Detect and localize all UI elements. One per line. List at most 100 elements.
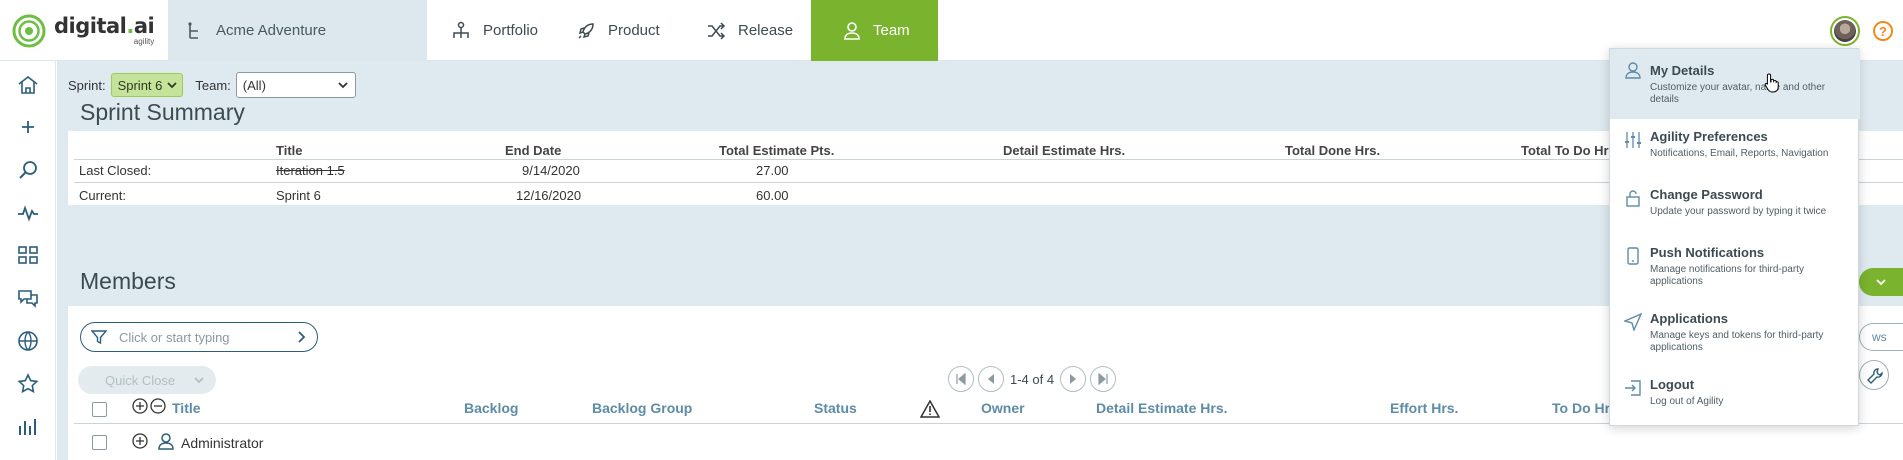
chevron-down-icon [338,82,348,89]
members-search-input[interactable]: Click or start typing [80,322,318,352]
sprint-select-value: Sprint 6 [117,77,163,93]
col-todo[interactable]: To Do Hr [1552,400,1610,416]
menu-push-notifications[interactable]: Push Notifications Manage notifications … [1610,235,1860,301]
quick-close-button[interactable]: Quick Close [78,366,216,394]
menu-logout[interactable]: Logout Log out of Agility [1610,367,1860,425]
menu-label: My Details [1650,63,1715,78]
chevron-down-icon [167,82,178,89]
tab-product[interactable]: Product [552,0,684,61]
menu-my-details[interactable]: My Details Customize your avatar, name a… [1610,49,1860,119]
col-backlog[interactable]: Backlog [464,400,518,416]
chevron-down-icon [194,377,204,384]
menu-label: Change Password [1650,187,1763,202]
expand-all-icon[interactable] [132,398,148,414]
team-label: Team: [195,77,231,93]
col-total-done: Total Done Hrs. [1285,143,1381,158]
avatar [1834,20,1856,42]
menu-desc: Update your password by typing it twice [1650,206,1827,217]
menu-desc: Notifications, Email, Reports, Navigatio… [1650,148,1829,159]
phone-icon [1627,247,1639,265]
globe-icon[interactable] [16,329,40,353]
prev-page-icon [988,374,994,384]
tab-team[interactable]: Team [811,0,938,61]
logout-icon [1625,380,1641,396]
member-title-link[interactable]: Administrator [181,435,263,451]
col-end-date: End Date [505,143,562,158]
reports-icon[interactable] [16,415,40,439]
menu-desc: Log out of Agility [1650,396,1724,407]
search-icon[interactable] [16,158,40,182]
row-end-date: 12/16/2020 [516,188,582,203]
col-title: Title [276,143,303,158]
select-all-checkbox[interactable] [92,402,107,417]
grid-icon[interactable] [16,243,40,267]
menu-label: Applications [1650,311,1729,326]
brand-wordmark: digital.ai [54,14,155,38]
members-title: Members [80,268,176,294]
row-end-date: 9/14/2020 [522,163,580,178]
filter-icon [91,330,107,345]
lock-icon [1626,190,1640,207]
next-page-button[interactable] [1060,366,1087,392]
first-page-icon [956,373,966,385]
user-avatar-button[interactable] [1830,16,1860,46]
row-label: Last Closed: [79,163,152,178]
shuffle-icon [708,21,726,40]
collapse-all-icon[interactable] [150,398,166,414]
col-effort[interactable]: Effort Hrs. [1390,400,1458,416]
sliders-icon [1625,132,1641,148]
star-icon[interactable] [16,372,40,396]
project-name: Acme Adventure [216,22,327,39]
col-backlog-group[interactable]: Backlog Group [592,400,692,416]
sprint-summary-title: Sprint Summary [80,99,245,125]
first-page-button[interactable] [948,366,974,392]
help-icon[interactable]: ? [1873,21,1893,41]
team-select-value: (All) [242,77,266,93]
logo-mark-icon [12,14,46,48]
expand-row-icon[interactable] [132,433,148,449]
add-icon[interactable] [16,115,40,139]
tab-release[interactable]: Release [682,0,817,61]
row-checkbox[interactable] [92,435,107,450]
prev-page-button[interactable] [978,366,1004,392]
tree-icon [188,21,198,39]
col-detail-estimate: Detail Estimate Hrs. [1003,143,1126,158]
team-select[interactable]: (All) [235,72,356,98]
col-title[interactable]: Title [172,400,201,416]
person-icon [844,21,860,40]
menu-agility-preferences[interactable]: Agility Preferences Notifications, Email… [1610,119,1860,177]
pager: 1-4 of 4 [948,366,1120,392]
row-estimate: 60.00 [756,188,789,203]
rows-button[interactable]: ws [1859,323,1903,351]
sprint-select[interactable]: Sprint 6 [110,73,184,97]
menu-label: Push Notifications [1650,245,1765,260]
conversations-icon[interactable] [16,286,40,310]
wrench-button[interactable] [1859,360,1889,390]
menu-applications[interactable]: Applications Manage keys and tokens for … [1610,301,1860,367]
activity-icon[interactable] [16,201,40,225]
col-status[interactable]: Status [814,400,857,416]
col-detail-estimate[interactable]: Detail Estimate Hrs. [1096,400,1228,416]
menu-change-password[interactable]: Change Password Update your password by … [1610,177,1860,235]
brand-logo[interactable]: digital.ai agility [12,14,155,48]
row-title-link[interactable]: Iteration 1.5 [276,163,345,178]
hand-cursor-icon [1764,73,1779,93]
tab-release-label: Release [738,22,794,39]
portfolio-icon [453,21,469,38]
tab-portfolio[interactable]: Portfolio [427,0,562,61]
home-icon[interactable] [16,73,40,97]
col-total-estimate: Total Estimate Pts. [719,143,835,158]
add-member-dropdown-button[interactable] [1859,268,1903,296]
project-selector[interactable]: Acme Adventure [168,0,427,61]
warning-icon[interactable] [920,400,940,418]
quick-close-label: Quick Close [105,372,176,388]
chevron-down-icon [1876,279,1886,286]
row-title-link[interactable]: Sprint 6 [276,188,321,203]
rocket-icon [578,22,594,39]
col-owner[interactable]: Owner [981,400,1025,416]
left-rail [0,61,56,460]
last-page-button[interactable] [1090,366,1117,392]
last-page-icon [1098,373,1108,385]
member-icon [158,433,174,450]
search-placeholder: Click or start typing [119,329,230,345]
